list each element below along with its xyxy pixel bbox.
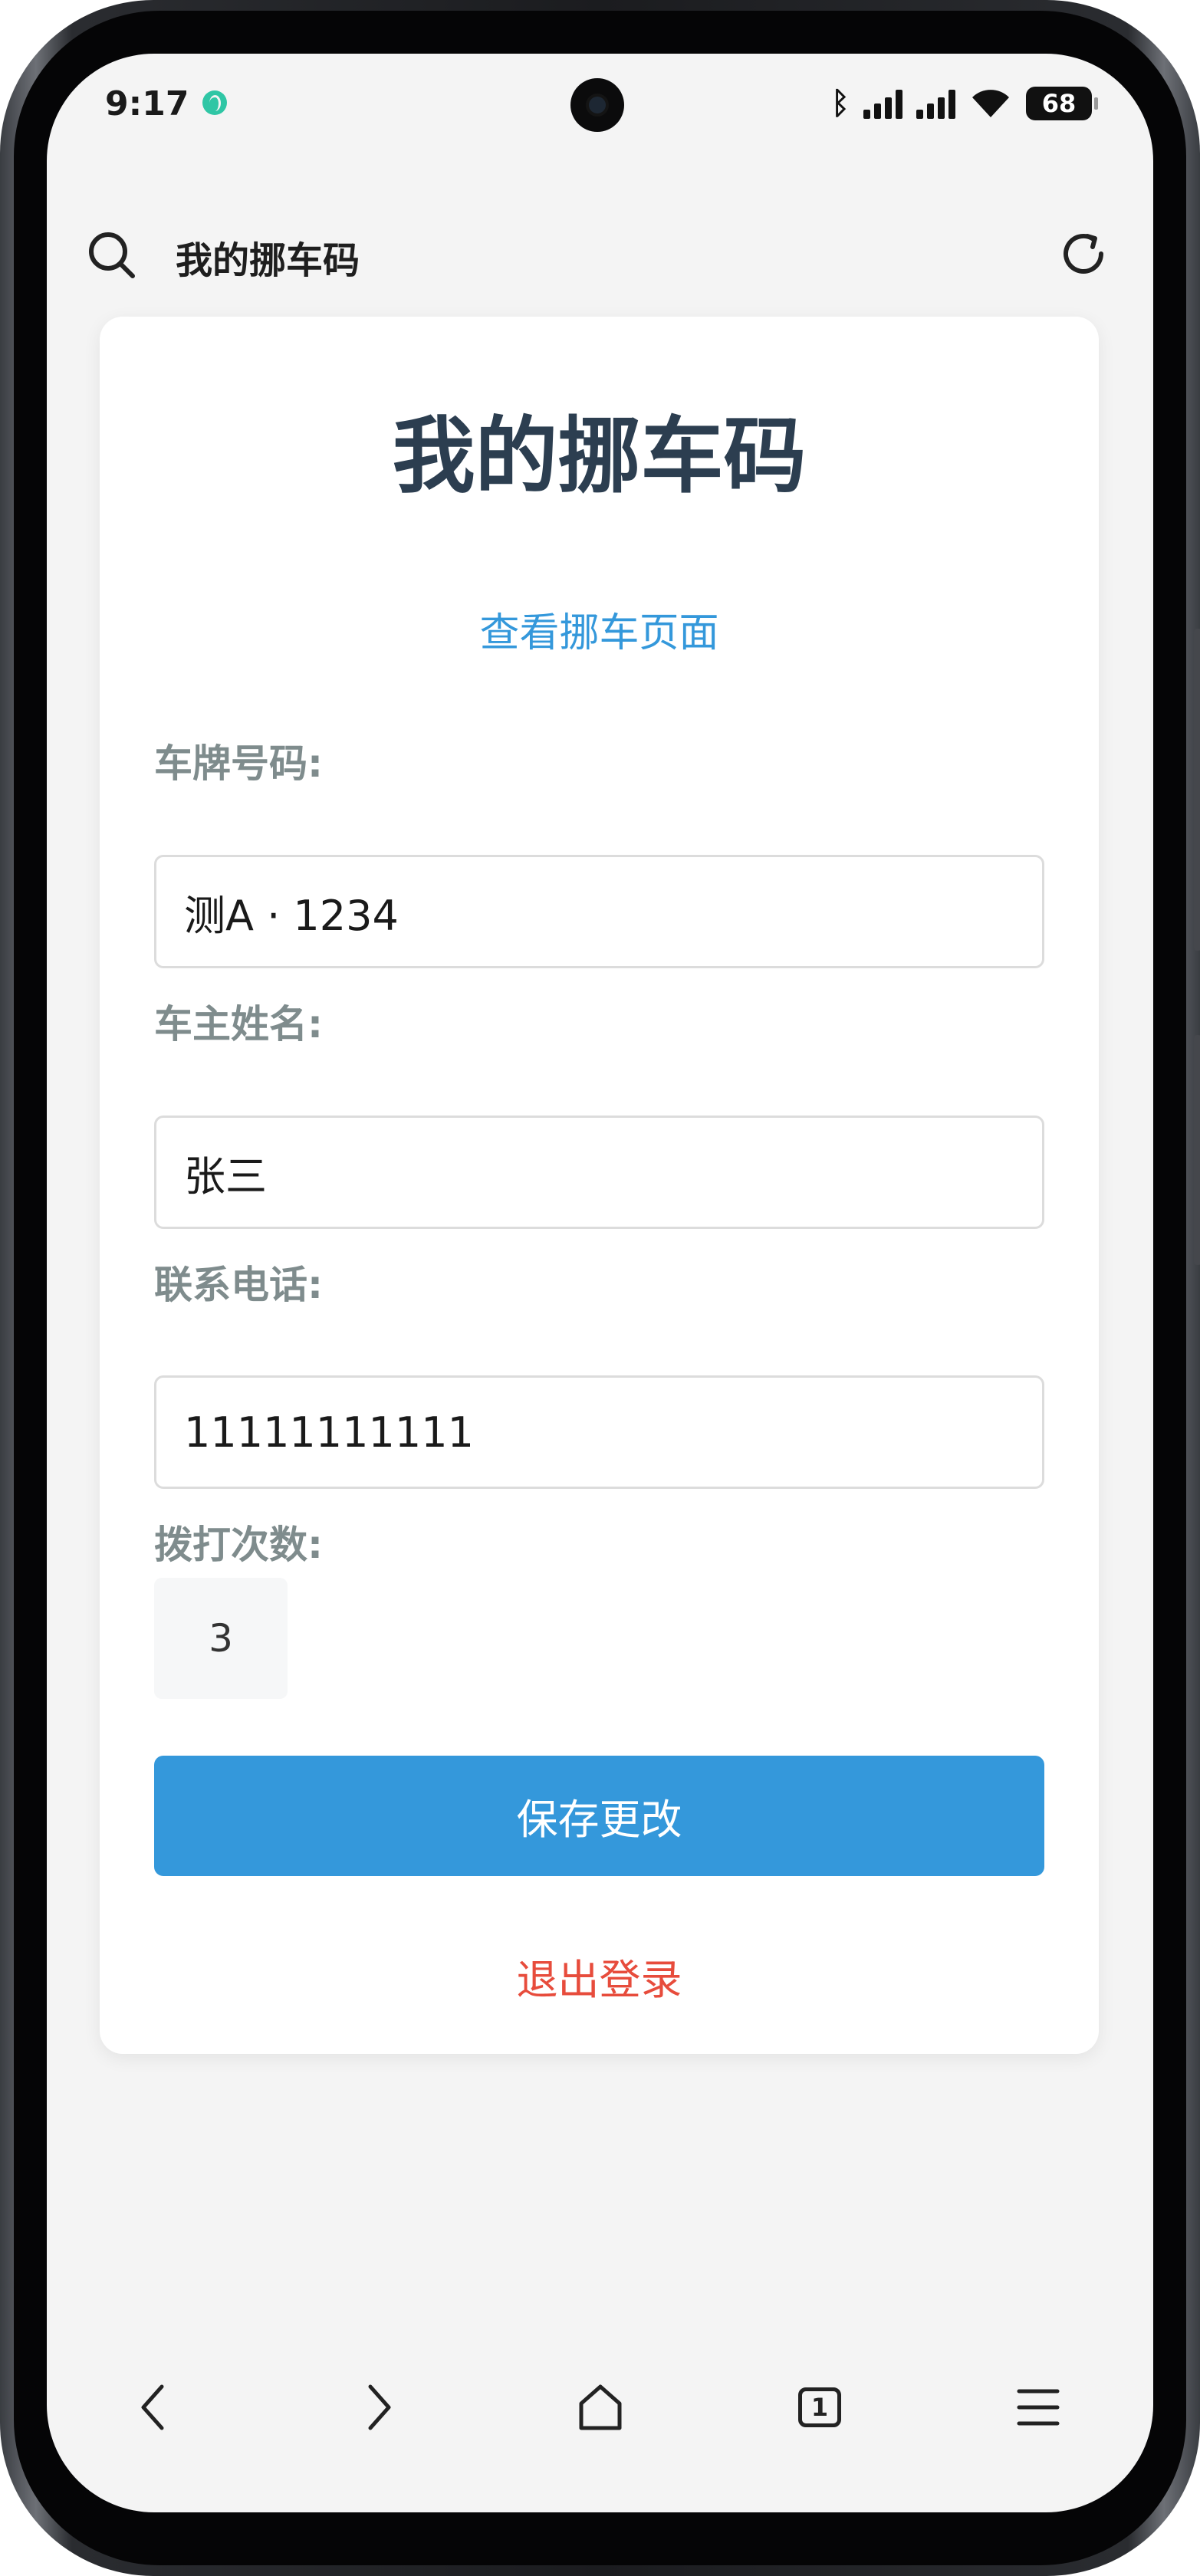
call-count-label: 拨打次数: xyxy=(154,1523,323,1567)
wifi-icon xyxy=(972,90,1009,117)
phone-label: 联系电话: xyxy=(154,1263,323,1307)
save-button[interactable]: 保存更改 xyxy=(154,1756,1044,1876)
home-icon[interactable] xyxy=(562,2369,639,2446)
owner-name-input[interactable] xyxy=(154,1116,1044,1229)
plate-input[interactable] xyxy=(154,855,1044,968)
owner-label: 车主姓名: xyxy=(154,1002,323,1046)
globe-icon xyxy=(202,90,227,115)
tab-count: 1 xyxy=(798,2387,841,2427)
back-icon[interactable] xyxy=(117,2369,194,2446)
logout-link[interactable]: 退出登录 xyxy=(100,1946,1099,2006)
page-title: 我的挪车码 xyxy=(392,409,807,504)
menu-icon[interactable] xyxy=(1000,2369,1077,2446)
browser-bottom-nav: 1 xyxy=(47,2369,1153,2461)
status-icons: ᛒ 68 xyxy=(831,84,1098,123)
plate-label: 车牌号码: xyxy=(154,741,323,786)
forward-icon[interactable] xyxy=(338,2369,415,2446)
signal-icon xyxy=(916,88,955,119)
browser-top-bar: 我的挪车码 xyxy=(47,169,1153,282)
form-card: 我的挪车码 查看挪车页面 车牌号码: 车主姓名: 联系电话: 拨打次数: 3 保… xyxy=(100,317,1099,2054)
search-icon[interactable] xyxy=(85,228,139,282)
reload-icon[interactable] xyxy=(1057,227,1110,281)
bluetooth-icon: ᛒ xyxy=(831,86,850,121)
volume-button xyxy=(1194,629,1200,951)
signal-icon xyxy=(863,88,902,119)
phone-input[interactable] xyxy=(154,1375,1044,1489)
view-move-car-page-link[interactable]: 查看挪车页面 xyxy=(100,600,1099,658)
call-count-value: 3 xyxy=(154,1578,288,1699)
power-button xyxy=(1194,1035,1200,1265)
status-time: 9:17 xyxy=(105,84,189,123)
tabs-icon[interactable]: 1 xyxy=(781,2369,858,2446)
status-bar: 9:17 ᛒ 68 xyxy=(47,54,1153,153)
battery-level: 68 xyxy=(1041,89,1077,118)
front-camera xyxy=(570,78,624,132)
browser-title: 我的挪车码 xyxy=(176,239,360,282)
battery-icon: 68 xyxy=(1026,87,1098,120)
screen: 9:17 ᛒ 68 我的挪车码 我的挪车码 查看挪车页面 车牌号码: 测A · … xyxy=(47,54,1153,2512)
